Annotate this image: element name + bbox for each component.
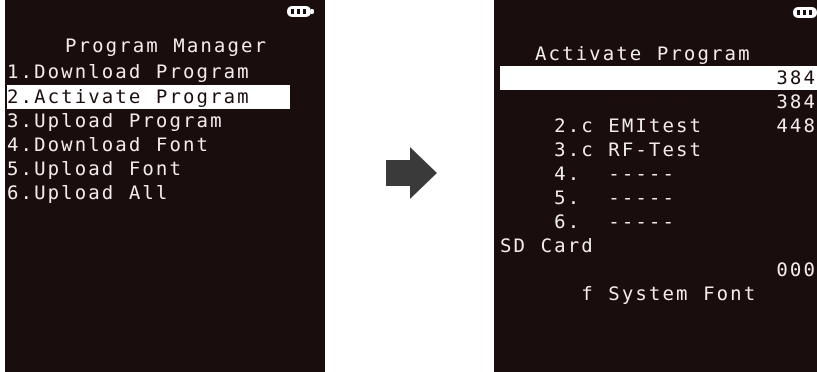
program-label: 6. ----- (554, 211, 677, 233)
battery-icon (793, 7, 817, 18)
font-row-system-font[interactable]: f System Font 000 (500, 258, 817, 305)
program-size: 384 (776, 67, 817, 89)
battery-icon (287, 6, 314, 17)
menu-item-upload-program[interactable]: 3.Upload Program (7, 109, 290, 133)
font-size: 000 (776, 259, 817, 281)
program-row-2[interactable]: 2.c EMItest 384 (500, 90, 817, 137)
program-row-4[interactable]: 4. ----- (500, 138, 817, 185)
program-row-6[interactable]: 6. ----- (500, 186, 817, 233)
menu-item-activate-program[interactable]: 2.Activate Program (7, 85, 290, 109)
sd-card-heading: SD Card (500, 235, 595, 257)
menu-item-download-font[interactable]: 4.Download Font (7, 133, 290, 157)
menu-item-upload-font[interactable]: 5.Upload Font (7, 157, 290, 181)
menu-item-download-program[interactable]: 1.Download Program (7, 60, 290, 84)
program-size: 448 (776, 115, 817, 137)
program-row-1[interactable]: 1.c EMItest 384 (500, 66, 817, 113)
right-device-screen: Activate Program 1.c EMItest 384 2.c EMI… (494, 0, 817, 372)
program-row-3[interactable]: 3.c RF-Test 448 (500, 114, 817, 161)
menu-item-upload-all[interactable]: 6.Upload All (7, 181, 290, 205)
screen-title: Program Manager (65, 35, 269, 57)
screen-title: Activate Program (535, 43, 752, 65)
arrow-right-icon (386, 147, 437, 199)
program-row-5[interactable]: 5. ----- (500, 162, 817, 209)
left-device-screen: Program Manager 1.Download Program 2.Act… (5, 0, 325, 372)
font-label: f System Font (554, 283, 758, 305)
program-size: 384 (776, 91, 817, 113)
